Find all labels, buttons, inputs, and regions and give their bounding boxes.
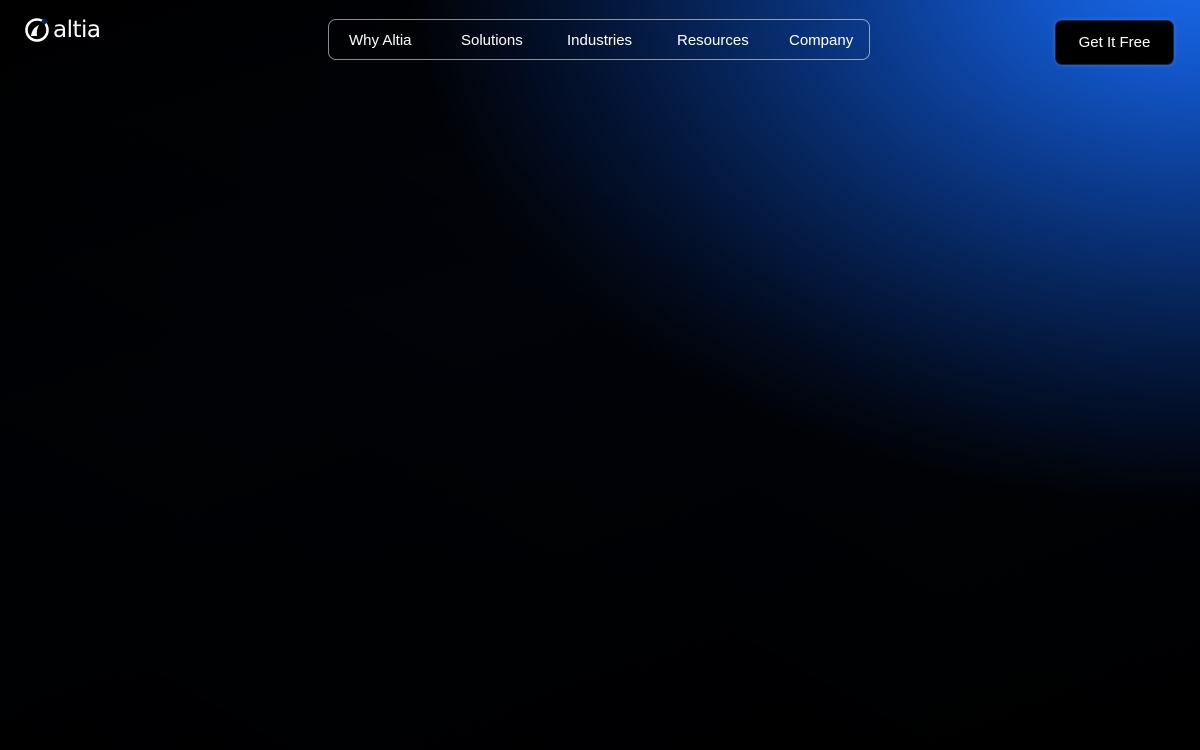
logo-text: altia — [53, 16, 101, 43]
get-it-free-button[interactable]: Get It Free — [1055, 20, 1174, 65]
nav-item-company[interactable]: Company — [789, 20, 853, 61]
nav-item-why-altia[interactable]: Why Altia — [349, 20, 412, 61]
nav-item-industries[interactable]: Industries — [567, 20, 632, 61]
hero-background: altia Why Altia Solutions Industries Res… — [0, 0, 1200, 750]
altia-logo[interactable]: altia — [24, 17, 101, 43]
nav-item-solutions[interactable]: Solutions — [461, 20, 523, 61]
altia-logo-icon — [24, 17, 50, 43]
nav-item-resources[interactable]: Resources — [677, 20, 749, 61]
main-nav: Why Altia Solutions Industries Resources… — [328, 19, 870, 60]
